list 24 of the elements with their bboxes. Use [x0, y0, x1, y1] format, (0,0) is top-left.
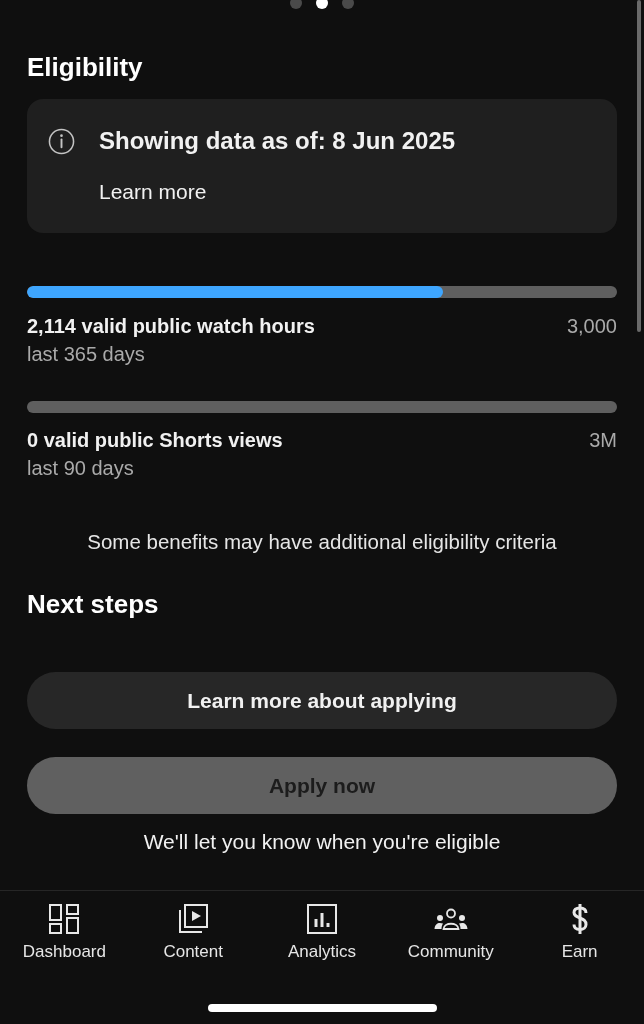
section-heading: Next steps: [27, 588, 159, 620]
section-heading: Eligibility: [27, 51, 143, 83]
metric-target: 3M: [589, 428, 617, 453]
people-icon: [433, 908, 468, 930]
nav-tab[interactable]: Earn: [515, 904, 644, 962]
metric-period: last 365 days: [27, 342, 145, 367]
learn-more-link[interactable]: Learn more: [99, 179, 207, 205]
dashboard-icon: [49, 904, 80, 934]
eligibility-hint: We'll let you know when you're eligible: [143, 829, 501, 855]
metric-target: 3,000: [566, 314, 617, 339]
metric-period: last 90 days: [27, 456, 134, 481]
info-icon: [48, 128, 75, 155]
nav-tab[interactable]: Community: [386, 904, 516, 962]
notice-text: Showing data as of: 8 Jun 2025: [99, 126, 456, 156]
nav-tab[interactable]: Analytics: [257, 904, 387, 962]
eligibility-note: Some benefits may have additional eligibility criteria: [87, 529, 557, 555]
video-library-icon: [178, 904, 209, 934]
nav-tab[interactable]: Dashboard: [0, 904, 129, 962]
dollar-icon: [570, 903, 589, 935]
metric-label: 0 valid public Shorts views: [27, 428, 283, 453]
nav-tab[interactable]: Content: [128, 904, 258, 962]
action-button[interactable]: Learn more about applying: [27, 672, 617, 729]
metric-label: 2,114 valid public watch hours: [27, 314, 315, 339]
bar-chart-icon: [307, 904, 337, 934]
